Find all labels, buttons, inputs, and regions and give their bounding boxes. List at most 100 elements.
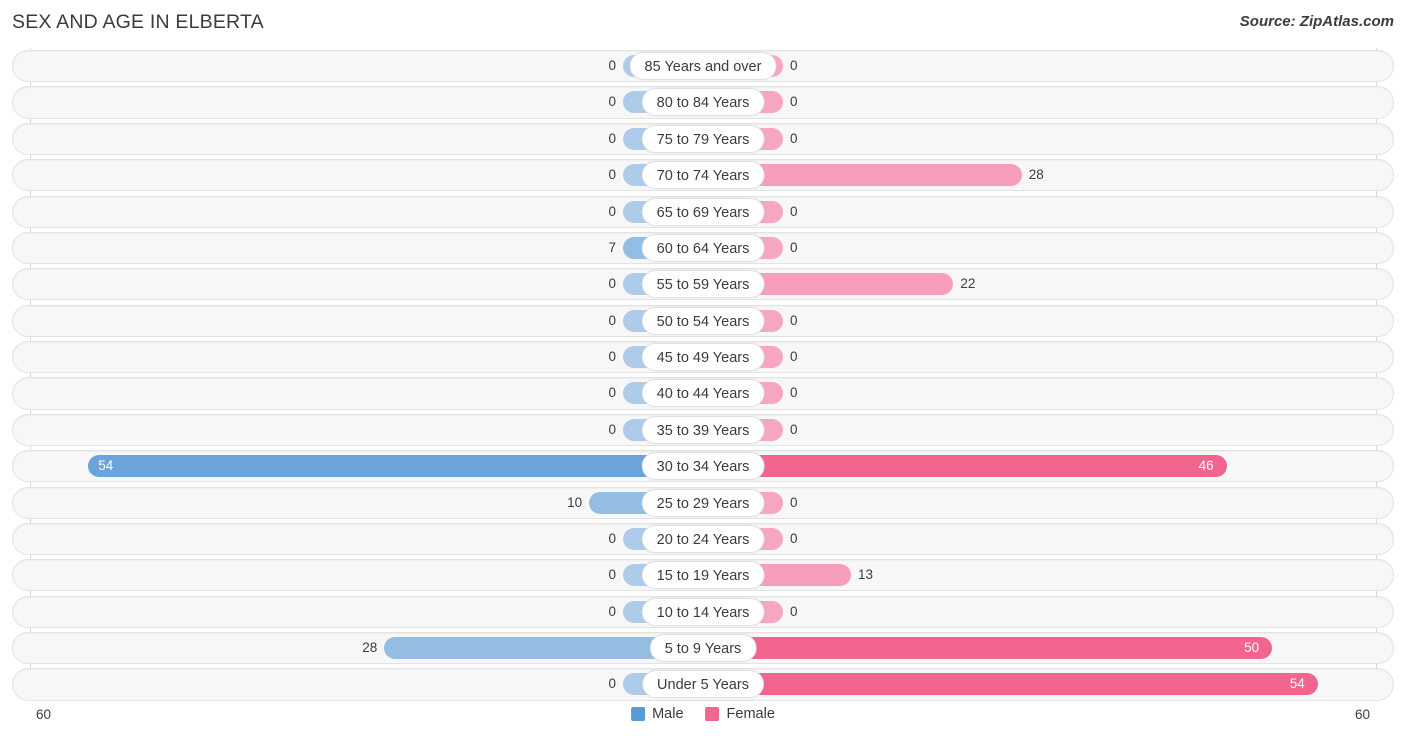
age-group-label: 55 to 59 Years	[641, 270, 765, 299]
male-value-label: 0	[608, 349, 616, 364]
female-bar-area	[703, 309, 1386, 332]
female-value-label: 54	[1289, 676, 1305, 692]
male-value-label: 7	[608, 239, 616, 255]
age-group-label: 65 to 69 Years	[641, 197, 765, 226]
age-group-label: 45 to 49 Years	[641, 343, 765, 371]
age-group-label: 70 to 74 Years	[641, 161, 765, 190]
female-bar-area	[703, 200, 1386, 223]
female-bar-area	[703, 55, 1386, 77]
axis-tick-left: 60	[36, 707, 52, 722]
chart-legend: Male Female	[631, 706, 775, 722]
female-bar-area	[703, 637, 1386, 659]
female-bar[interactable]	[703, 673, 1318, 696]
age-group-label: 75 to 79 Years	[641, 124, 765, 153]
female-bar-area	[703, 236, 1386, 259]
age-group-label: 25 to 29 Years	[641, 488, 765, 517]
page-title: SEX AND AGE IN ELBERTA	[12, 11, 264, 33]
female-bar-area	[703, 91, 1386, 114]
male-value-label: 0	[608, 167, 616, 183]
female-value-label: 0	[790, 530, 798, 546]
chart-row: 0 0 80 to 84 Years	[12, 86, 1394, 119]
chart-header: SEX AND AGE IN ELBERTA Source: ZipAtlas.…	[0, 0, 1406, 45]
female-value-label: 22	[960, 276, 976, 292]
female-bar[interactable]	[703, 455, 1227, 478]
chart-rows: 0 0 85 Years and over 0 0 80 to 84 Years 0 0 75 …	[12, 50, 1394, 705]
chart-row: 0 0 85 Years and over	[12, 50, 1394, 83]
female-bar-area	[703, 527, 1386, 550]
female-value-label: 0	[790, 203, 798, 219]
female-value-label: 0	[790, 58, 798, 73]
age-group-label: 85 Years and over	[629, 52, 777, 80]
female-value-label: 0	[790, 130, 798, 146]
chart-row: 54 46 30 to 34 Years	[12, 450, 1394, 483]
male-value-label: 0	[608, 676, 616, 692]
female-bar-area	[703, 418, 1386, 441]
male-value-label: 0	[608, 385, 616, 401]
female-value-label: 28	[1028, 167, 1044, 183]
female-bar-area	[703, 382, 1386, 405]
age-group-label: 10 to 14 Years	[641, 597, 765, 626]
chart-row: 0 0 40 to 44 Years	[12, 377, 1394, 410]
female-bar-area	[703, 600, 1386, 623]
male-value-label: 10	[567, 494, 583, 510]
chart-row: 0 0 35 to 39 Years	[12, 413, 1394, 446]
female-bar-area	[703, 491, 1386, 514]
male-value-label: 0	[608, 530, 616, 546]
age-group-label: 35 to 39 Years	[641, 415, 765, 444]
chart-row: 0 0 20 to 24 Years	[12, 522, 1394, 556]
source-attribution: Source: ZipAtlas.com	[1239, 13, 1394, 30]
male-value-label: 0	[608, 130, 616, 146]
chart-row: 0 22 55 to 59 Years	[12, 268, 1394, 301]
male-value-label: 0	[608, 203, 616, 219]
legend-item-male[interactable]: Male	[631, 706, 684, 722]
male-value-label: 28	[362, 640, 378, 655]
female-value-label: 0	[790, 349, 798, 364]
age-group-label: 20 to 24 Years	[641, 524, 765, 553]
female-value-label: 0	[790, 239, 798, 255]
female-value-label: 0	[790, 385, 798, 401]
age-group-label: 80 to 84 Years	[641, 88, 765, 117]
female-bar-area	[703, 564, 1386, 587]
chart-row: 7 0 60 to 64 Years	[12, 231, 1394, 265]
female-value-label: 0	[790, 494, 798, 510]
female-value-label: 13	[857, 567, 873, 583]
age-group-label: 15 to 19 Years	[641, 561, 765, 590]
chart-row: 0 0 45 to 49 Years	[12, 341, 1394, 374]
female-bar-area	[703, 127, 1386, 150]
chart-row: 0 13 15 to 19 Years	[12, 559, 1394, 592]
legend-label-female: Female	[726, 706, 775, 722]
age-group-label: Under 5 Years	[642, 670, 764, 699]
legend-swatch-female-icon	[705, 707, 720, 721]
age-group-label: 40 to 44 Years	[641, 379, 765, 408]
chart-page: SEX AND AGE IN ELBERTA Source: ZipAtlas.…	[0, 0, 1406, 740]
female-value-label: 0	[790, 603, 798, 619]
chart-footer: 60 60 Male Female	[0, 700, 1406, 740]
female-bar-area	[703, 673, 1386, 696]
chart-row: 0 0 50 to 54 Years	[12, 304, 1394, 337]
male-value-label: 0	[608, 567, 616, 583]
female-value-label: 0	[790, 312, 798, 328]
chart-row: 0 0 65 to 69 Years	[12, 195, 1394, 228]
chart-row: 0 28 70 to 74 Years	[12, 159, 1394, 192]
age-group-label: 60 to 64 Years	[641, 233, 765, 262]
age-group-label: 5 to 9 Years	[649, 634, 757, 662]
male-value-label: 0	[608, 421, 616, 437]
male-bar[interactable]	[88, 455, 703, 478]
age-group-label: 50 to 54 Years	[641, 306, 765, 335]
population-pyramid-plot: 0 0 85 Years and over 0 0 80 to 84 Years 0 0 75 …	[0, 45, 1406, 701]
female-value-label: 46	[1198, 458, 1214, 474]
male-value-label: 0	[608, 58, 616, 73]
legend-item-female[interactable]: Female	[705, 706, 775, 722]
female-bar-area	[703, 273, 1386, 296]
chart-row: 28 50 5 to 9 Years	[12, 632, 1394, 665]
age-group-label: 30 to 34 Years	[641, 452, 765, 481]
legend-label-male: Male	[652, 706, 684, 722]
female-value-label: 0	[790, 421, 798, 437]
female-value-label: 0	[790, 94, 798, 110]
axis-tick-right: 60	[1354, 707, 1370, 722]
chart-row: 0 0 75 to 79 Years	[12, 122, 1394, 155]
chart-row: 0 54 Under 5 Years	[12, 668, 1394, 701]
female-bar-area	[703, 164, 1386, 187]
male-bar-area	[20, 455, 703, 478]
female-bar[interactable]	[703, 637, 1273, 659]
